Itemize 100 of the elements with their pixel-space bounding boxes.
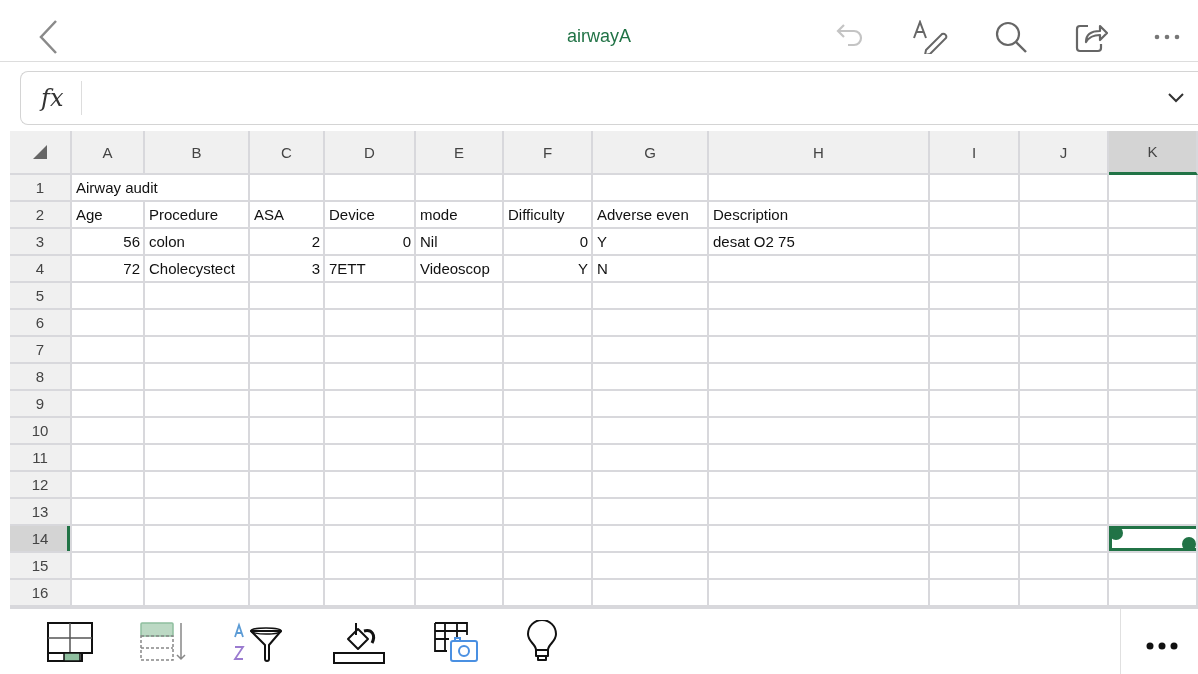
table-cell[interactable]	[325, 391, 416, 418]
table-cell[interactable]	[416, 283, 504, 310]
table-cell[interactable]: mode	[416, 202, 504, 229]
table-cell[interactable]	[709, 472, 930, 499]
table-cell[interactable]	[1020, 445, 1109, 472]
table-cell[interactable]	[930, 364, 1020, 391]
table-cell[interactable]	[930, 526, 1020, 553]
table-cell[interactable]	[1109, 553, 1198, 580]
table-cell[interactable]	[930, 337, 1020, 364]
column-header[interactable]: C	[250, 131, 325, 175]
row-header[interactable]: 16	[10, 580, 72, 607]
selection-handle[interactable]	[1109, 526, 1123, 540]
table-cell[interactable]	[593, 364, 709, 391]
table-cell[interactable]	[145, 445, 250, 472]
table-cell[interactable]	[709, 175, 930, 202]
selection-handle[interactable]	[1182, 537, 1196, 551]
table-cell[interactable]	[1109, 310, 1198, 337]
table-cell[interactable]	[1020, 229, 1109, 256]
table-cell[interactable]	[325, 175, 416, 202]
column-header[interactable]: J	[1020, 131, 1109, 175]
table-cell[interactable]: 0	[325, 229, 416, 256]
table-camera-icon[interactable]	[433, 620, 479, 663]
table-cell[interactable]	[72, 337, 145, 364]
column-header[interactable]: G	[593, 131, 709, 175]
table-cell[interactable]	[1109, 445, 1198, 472]
table-cell[interactable]	[145, 580, 250, 607]
table-cell[interactable]	[930, 202, 1020, 229]
column-header[interactable]: F	[504, 131, 593, 175]
table-cell[interactable]: 56	[72, 229, 145, 256]
table-cell[interactable]	[1020, 391, 1109, 418]
table-cell[interactable]	[593, 418, 709, 445]
table-cell[interactable]: 2	[250, 229, 325, 256]
table-cell[interactable]	[930, 283, 1020, 310]
table-cell[interactable]	[72, 283, 145, 310]
table-cell[interactable]	[593, 580, 709, 607]
table-cell[interactable]	[504, 364, 593, 391]
table-cell[interactable]: 7ETT	[325, 256, 416, 283]
table-cell[interactable]: colon	[145, 229, 250, 256]
table-cell[interactable]	[72, 472, 145, 499]
table-cell[interactable]: Y	[593, 229, 709, 256]
table-cell[interactable]: Device	[325, 202, 416, 229]
table-cell[interactable]: Age	[72, 202, 145, 229]
table-cell[interactable]	[504, 310, 593, 337]
table-cell[interactable]	[593, 526, 709, 553]
row-header[interactable]: 5	[10, 283, 72, 310]
table-cell[interactable]	[250, 175, 325, 202]
select-all-icon[interactable]	[33, 145, 47, 159]
table-cell[interactable]	[1020, 310, 1109, 337]
table-cell[interactable]	[416, 391, 504, 418]
table-cell[interactable]: Procedure	[145, 202, 250, 229]
table-cell[interactable]	[1109, 580, 1198, 607]
table-cell[interactable]	[325, 283, 416, 310]
table-cell[interactable]	[1020, 499, 1109, 526]
table-cell[interactable]	[1020, 364, 1109, 391]
table-icon[interactable]	[47, 621, 93, 662]
table-cell[interactable]	[1020, 526, 1109, 553]
table-cell[interactable]	[1020, 175, 1109, 202]
table-cell[interactable]	[504, 445, 593, 472]
table-cell[interactable]	[1109, 337, 1198, 364]
table-cell[interactable]	[709, 418, 930, 445]
table-cell[interactable]	[930, 175, 1020, 202]
table-cell[interactable]	[709, 337, 930, 364]
table-cell[interactable]: Adverse even	[593, 202, 709, 229]
column-header[interactable]: A	[72, 131, 145, 175]
table-cell[interactable]: 3	[250, 256, 325, 283]
table-cell[interactable]	[416, 364, 504, 391]
chevron-down-icon[interactable]	[1168, 93, 1184, 103]
table-cell[interactable]	[325, 526, 416, 553]
column-header[interactable]: H	[709, 131, 930, 175]
table-cell[interactable]	[1020, 337, 1109, 364]
table-cell[interactable]	[145, 472, 250, 499]
table-cell[interactable]	[145, 391, 250, 418]
table-cell[interactable]	[709, 364, 930, 391]
table-cell[interactable]	[250, 337, 325, 364]
table-cell[interactable]	[145, 337, 250, 364]
table-cell[interactable]	[504, 526, 593, 553]
table-cell[interactable]	[1109, 256, 1198, 283]
table-cell[interactable]	[416, 310, 504, 337]
table-cell[interactable]	[593, 391, 709, 418]
table-cell[interactable]	[72, 499, 145, 526]
table-cell[interactable]	[504, 499, 593, 526]
table-cell[interactable]	[145, 499, 250, 526]
table-cell[interactable]	[593, 310, 709, 337]
table-cell[interactable]	[325, 472, 416, 499]
table-cell[interactable]	[416, 526, 504, 553]
column-header[interactable]: K	[1109, 131, 1198, 175]
table-cell[interactable]	[709, 499, 930, 526]
row-header[interactable]: 2	[10, 202, 72, 229]
table-cell[interactable]	[1020, 553, 1109, 580]
table-cell[interactable]	[72, 445, 145, 472]
table-cell[interactable]	[250, 418, 325, 445]
table-cell[interactable]	[593, 283, 709, 310]
table-cell[interactable]: Cholecystect	[145, 256, 250, 283]
column-header[interactable]: E	[416, 131, 504, 175]
table-cell[interactable]: 0	[504, 229, 593, 256]
table-cell[interactable]	[709, 553, 930, 580]
table-cell[interactable]	[593, 337, 709, 364]
table-cell[interactable]	[145, 310, 250, 337]
table-cell[interactable]	[145, 418, 250, 445]
row-header[interactable]: 1	[10, 175, 72, 202]
